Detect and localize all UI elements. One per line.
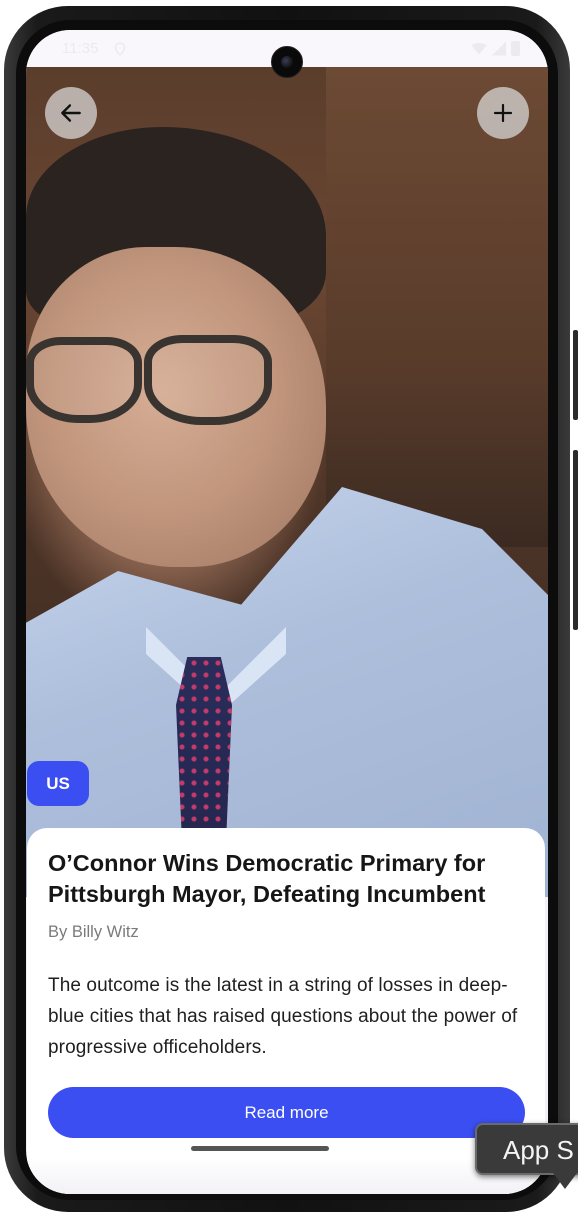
device-frame: 11:35 US O’Connor Wins Democratic Primar… [0, 0, 578, 1212]
wifi-icon [471, 42, 487, 55]
power-button [573, 450, 578, 630]
app-screen: 11:35 US O’Connor Wins Democratic Primar… [26, 30, 548, 1194]
read-more-button[interactable]: Read more [48, 1087, 525, 1138]
volume-button [573, 330, 578, 420]
add-button[interactable] [477, 87, 529, 139]
status-time: 11:35 [62, 40, 99, 57]
location-icon [114, 42, 126, 60]
article-hero-image [26, 67, 548, 897]
tooltip: App S [475, 1123, 578, 1175]
article-byline: By Billy Witz [48, 923, 139, 941]
cellular-icon [492, 41, 506, 56]
camera-cutout [271, 46, 303, 78]
section-badge[interactable]: US [27, 761, 89, 806]
hero-background [326, 67, 548, 547]
hero-glasses-left [26, 337, 142, 423]
status-icons [471, 41, 520, 56]
back-button[interactable] [45, 87, 97, 139]
plus-icon [491, 101, 515, 125]
card-bottom-fade [27, 1158, 545, 1194]
article-summary: The outcome is the latest in a string of… [48, 975, 518, 1058]
article-title: O’Connor Wins Democratic Primary for Pit… [48, 850, 486, 907]
arrow-left-icon [58, 100, 84, 126]
article-card: O’Connor Wins Democratic Primary for Pit… [27, 828, 545, 1194]
hero-glasses-right [144, 335, 272, 425]
tooltip-tail [553, 1173, 577, 1189]
home-indicator[interactable] [191, 1146, 329, 1151]
battery-icon [511, 41, 520, 56]
